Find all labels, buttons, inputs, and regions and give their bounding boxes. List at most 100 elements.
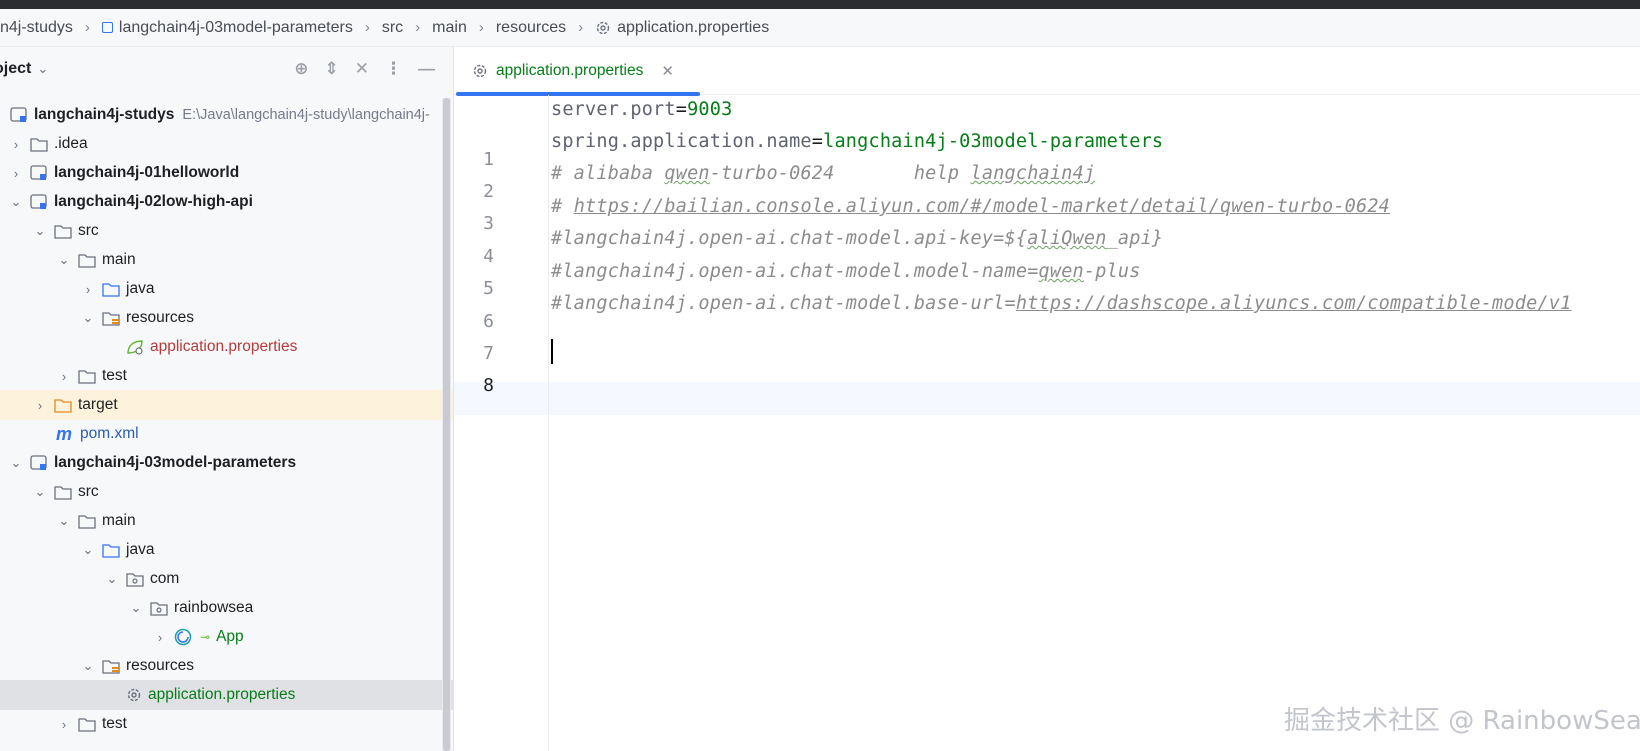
tree-item-idea[interactable]: › .idea [0,129,448,159]
collapse-all-icon[interactable]: ✕ [355,59,369,79]
tree-item-resources-03[interactable]: ⌄ resources [0,651,453,681]
project-view-selector[interactable]: oject ⌄ [0,60,48,78]
tree-item-pom[interactable]: m pom.xml [0,419,453,449]
tree-item-resources[interactable]: ⌄ resources [0,303,453,333]
code-line-5: #langchain4j.open-ai.chat-model.api-key=… [551,228,1163,249]
chevron-right-icon: › [13,136,19,152]
tree-item-app-properties-03[interactable]: application.properties [0,680,453,710]
tree-item-app-class[interactable]: › ⊸ App [0,622,453,652]
module-icon [30,165,48,181]
tree-item-label: App [216,628,244,645]
current-line-highlight [454,382,1640,415]
chevron-right-icon: › [85,281,91,297]
tree-item-main-03[interactable]: ⌄ main [0,506,453,536]
chevron-right-icon: › [478,19,484,36]
chevron-down-icon: ⌄ [82,658,94,673]
tree-item-label: pom.xml [80,425,139,442]
breadcrumb-item-file[interactable]: application.properties [589,19,775,37]
window-top-strip [0,0,1640,9]
tree-item-root[interactable]: langchain4j-studys E:\Java\langchain4j-s… [0,100,450,130]
tree-item-com[interactable]: ⌄ com [0,564,453,594]
tree-item-module-01[interactable]: › langchain4j-01helloworld [0,158,448,188]
tree-item-module-02[interactable]: ⌄ langchain4j-02low-high-api [0,187,448,217]
tree-item-src-03[interactable]: ⌄ src [0,477,453,507]
code-line-6: #langchain4j.open-ai.chat-model.model-na… [551,261,1141,282]
line-number: 4 [483,246,494,267]
module-icon [30,455,48,471]
editor-tabs: application.properties ✕ [454,47,1640,96]
folder-icon [78,369,96,384]
tree-item-label: resources [126,657,195,674]
tree-item-target[interactable]: › target [0,390,453,420]
breadcrumb-item-module[interactable]: langchain4j-03model-parameters [96,19,359,37]
equals-sign: = [811,131,824,152]
tree-item-label: test [102,367,127,384]
code-line-3: # alibaba qwen-turbo-0624 help langchain… [551,163,1095,184]
tree-item-label: src [78,222,99,239]
tree-item-src[interactable]: ⌄ src [0,216,453,246]
comment-link[interactable]: https://dashscope.aliyuncs.com/compatibl… [1016,293,1572,314]
property-key: server.port [551,99,676,120]
breadcrumb: n4j-studys › langchain4j-03model-paramet… [0,9,1640,47]
tab-application-properties[interactable]: application.properties ✕ [454,47,700,96]
tree-item-test-03[interactable]: › test [0,709,453,739]
text-caret [551,339,553,364]
excluded-folder-icon [54,398,72,413]
close-icon[interactable]: ✕ [661,62,674,80]
chevron-down-icon: ⌄ [58,513,70,528]
package-icon [150,601,168,616]
tree-item-rainbowsea[interactable]: ⌄ rainbowsea [0,593,453,623]
tree-item-label: langchain4j-02low-high-api [54,193,253,210]
panel-scrollbar-thumb[interactable] [443,98,450,751]
more-options-icon[interactable]: ⋮ [385,59,402,79]
property-value: langchain4j-03model-parameters [823,131,1164,152]
spring-boot-class-icon [174,628,194,646]
lock-open-icon: ⊸ [200,630,211,644]
tree-item-java[interactable]: › java [0,274,453,304]
tree-item-java-03[interactable]: ⌄ java [0,535,453,565]
gear-icon [126,687,142,703]
expand-all-icon[interactable]: ⇕ [325,59,339,79]
breadcrumb-item-root[interactable]: n4j-studys [0,19,79,37]
breadcrumb-item-src[interactable]: src [376,19,409,37]
tree-item-label: java [126,280,155,297]
resources-folder-icon [102,659,120,674]
tree-item-label: resources [126,309,195,326]
spelling-warning: qwen [664,163,710,184]
code-line-2: spring.application.name=langchain4j-03mo… [551,131,1163,152]
breadcrumb-item-main[interactable]: main [426,19,473,37]
breadcrumb-item-resources[interactable]: resources [490,19,572,37]
hide-panel-icon[interactable]: — [418,59,435,79]
chevron-down-icon: ⌄ [34,484,46,499]
chevron-down-icon: ⌄ [58,252,70,267]
tree-item-module-03[interactable]: ⌄ langchain4j-03model-parameters [0,448,448,478]
property-value: 9003 [687,99,733,120]
tree-item-label: com [150,570,180,587]
chevron-right-icon: › [13,165,19,181]
folder-icon [78,717,96,732]
locate-icon[interactable]: ⊕ [294,59,308,79]
line-number: 8 [483,375,494,396]
chevron-down-icon: ⌄ [106,571,118,586]
tree-item-test[interactable]: › test [0,361,453,391]
tree-item-label: langchain4j-studys [34,106,175,123]
tree-item-main[interactable]: ⌄ main [0,245,453,275]
module-icon [101,22,113,33]
tree-item-app-properties-02[interactable]: application.properties [0,332,453,362]
line-number: 5 [483,278,494,299]
tree-item-label: main [102,251,136,268]
chevron-right-icon: › [37,397,43,413]
module-icon [10,107,28,123]
comment-link[interactable]: https://bailian.console.aliyun.com/#/mod… [574,196,1390,217]
tree-item-label: target [78,396,118,413]
property-key: spring.application.name [551,131,812,152]
breadcrumb-label: resources [495,18,567,36]
tree-item-label: .idea [54,135,88,152]
tree-item-label: application.properties [150,338,298,355]
tree-item-label: application.properties [148,686,296,703]
chevron-right-icon: › [84,19,90,36]
line-number: 7 [483,343,494,364]
spring-leaf-icon [126,339,144,355]
watermark: 掘金技术社区 @ RainbowSea [1284,706,1640,736]
comment-text: #langchain4j.open-ai.chat-model.model-na… [551,261,1039,282]
